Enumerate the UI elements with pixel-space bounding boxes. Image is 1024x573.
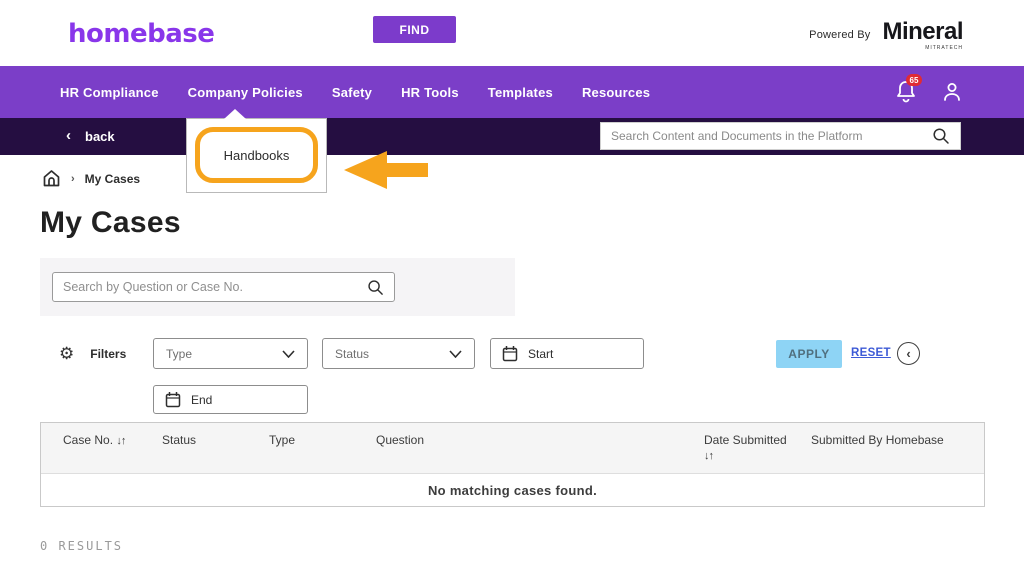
sort-arrows-icon[interactable]: ↓↑	[116, 435, 125, 447]
annotation-arrow-icon	[344, 151, 428, 189]
col-label: Question	[376, 433, 424, 447]
results-count: 0 RESULTS	[40, 539, 123, 553]
search-icon[interactable]	[932, 127, 950, 145]
collapse-filters-button[interactable]: ‹	[897, 342, 920, 365]
status-filter-value: Status	[335, 347, 449, 361]
col-label: Submitted By Homebase	[811, 433, 944, 447]
chevron-down-icon	[449, 350, 462, 358]
home-icon[interactable]	[42, 169, 61, 188]
sort-arrows-icon[interactable]: ↓↑	[704, 449, 803, 465]
notification-count-badge: 65	[906, 74, 922, 86]
start-date-picker[interactable]: Start	[490, 338, 644, 369]
annotation-highlight-ring: Handbooks	[195, 127, 318, 183]
chevron-left-circle-icon: ‹	[906, 346, 910, 361]
cases-table: Case No. ↓↑ Status Type Question Date Su…	[40, 422, 985, 507]
status-filter-select[interactable]: Status	[322, 338, 475, 369]
user-account-icon[interactable]	[942, 81, 962, 103]
back-label: back	[85, 129, 115, 144]
case-search-box	[52, 272, 395, 302]
reset-link[interactable]: RESET	[851, 347, 891, 359]
col-header-question: Question	[376, 423, 704, 473]
chevron-down-icon	[282, 350, 295, 358]
col-header-submitted-by: Submitted By Homebase	[811, 423, 984, 473]
find-button[interactable]: FIND	[373, 16, 456, 43]
nav-item-resources[interactable]: Resources	[582, 85, 650, 100]
nav-item-hr-tools[interactable]: HR Tools	[401, 85, 459, 100]
col-header-date-submitted[interactable]: Date Submitted ↓↑	[704, 423, 811, 473]
app-window: homebase Powered By Mineral MITRATECH HR…	[0, 0, 1024, 573]
breadcrumb-current: My Cases	[85, 172, 140, 186]
table-empty-row: No matching cases found.	[41, 474, 984, 506]
col-label: Type	[269, 433, 295, 447]
type-filter-value: Type	[166, 347, 282, 361]
end-date-label: End	[191, 393, 212, 407]
powered-by-block: Powered By Mineral MITRATECH	[809, 20, 963, 51]
calendar-icon	[165, 391, 181, 408]
nav-utilities: 65	[896, 66, 962, 118]
col-header-status: Status	[162, 423, 269, 473]
start-date-label: Start	[528, 347, 553, 361]
col-label: Date Submitted	[704, 433, 787, 447]
notifications-button[interactable]: 65	[896, 80, 918, 104]
nav-item-hr-compliance[interactable]: HR Compliance	[60, 85, 159, 100]
breadcrumb-separator: ›	[71, 173, 75, 185]
col-header-type: Type	[269, 423, 376, 473]
global-search-box	[600, 122, 961, 150]
nav-item-templates[interactable]: Templates	[488, 85, 553, 100]
chevron-left-icon: ‹	[66, 127, 71, 145]
apply-button[interactable]: APPLY	[776, 340, 842, 368]
nav-item-company-policies[interactable]: Company Policies	[188, 85, 303, 100]
primary-nav: HR Compliance Company Policies Safety HR…	[0, 66, 1024, 118]
nav-item-safety[interactable]: Safety	[332, 85, 372, 100]
company-policies-dropdown: Handbooks	[186, 118, 327, 193]
nav-items: HR Compliance Company Policies Safety HR…	[60, 85, 650, 100]
type-filter-select[interactable]: Type	[153, 338, 308, 369]
case-search-panel	[40, 258, 515, 316]
col-label: Case No.	[63, 433, 113, 447]
mitratech-sub-text: MITRATECH	[925, 45, 963, 51]
mineral-brand-text: Mineral	[882, 20, 963, 44]
secondary-bar: ‹ back	[0, 118, 1024, 155]
homebase-logo[interactable]: homebase	[68, 19, 214, 49]
end-date-picker[interactable]: End	[153, 385, 308, 414]
col-header-case-no[interactable]: Case No. ↓↑	[41, 423, 162, 473]
empty-message: No matching cases found.	[428, 483, 597, 498]
mineral-logo: Mineral MITRATECH	[882, 20, 963, 51]
breadcrumb: › My Cases	[42, 169, 140, 188]
dropdown-item-handbooks[interactable]: Handbooks	[224, 148, 290, 163]
back-button[interactable]: ‹ back	[66, 127, 115, 145]
global-search-input[interactable]	[611, 129, 932, 143]
col-label: Status	[162, 433, 196, 447]
filters-label: Filters	[90, 347, 126, 361]
calendar-icon	[502, 345, 518, 362]
filters-label-group: ⚙ Filters	[59, 345, 126, 363]
powered-by-label: Powered By	[809, 29, 870, 41]
case-search-input[interactable]	[63, 280, 367, 294]
page-title: My Cases	[40, 206, 181, 240]
table-header-row: Case No. ↓↑ Status Type Question Date Su…	[41, 423, 984, 474]
gear-icon: ⚙	[59, 345, 74, 363]
search-icon[interactable]	[367, 279, 384, 296]
top-header: homebase Powered By Mineral MITRATECH	[0, 0, 1024, 66]
dropdown-caret	[224, 109, 246, 119]
